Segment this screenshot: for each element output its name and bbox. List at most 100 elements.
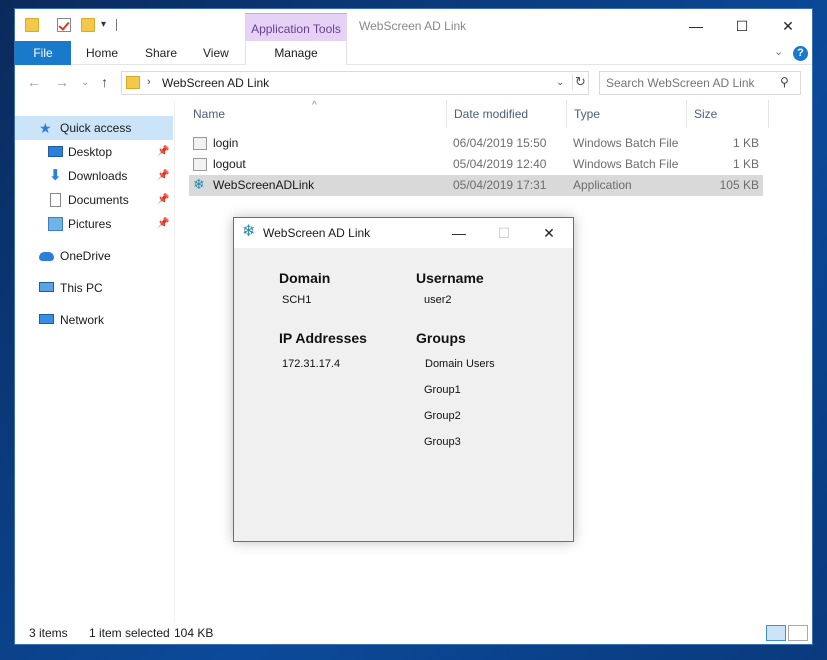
nav-item-network[interactable]: Network	[15, 308, 173, 332]
tab-manage[interactable]: Manage	[245, 41, 347, 65]
nav-item-this-pc[interactable]: This PC	[15, 276, 173, 300]
file-type: Application	[573, 178, 632, 192]
tab-file[interactable]: File	[15, 41, 71, 65]
address-bar[interactable]: › WebScreen AD Link ⌄ ↻	[121, 71, 589, 95]
help-icon[interactable]: ?	[793, 46, 808, 61]
dialog-maximize-button: ☐	[497, 225, 511, 241]
cloud-icon	[39, 252, 54, 261]
ip-address-value: 172.31.17.4	[282, 358, 341, 370]
recent-locations-chevron-icon[interactable]: ⌄	[81, 77, 89, 88]
file-size: 1 KB	[732, 157, 759, 171]
column-header-name[interactable]: Name ^	[175, 100, 447, 128]
document-icon	[50, 193, 61, 207]
new-folder-icon[interactable]	[81, 18, 95, 32]
window-title: WebScreen AD Link	[359, 19, 467, 33]
file-size: 1 KB	[732, 136, 759, 150]
dialog-title: WebScreen AD Link	[263, 226, 371, 240]
close-button[interactable]: ✕	[765, 13, 811, 39]
nav-item-onedrive[interactable]: OneDrive	[15, 244, 173, 268]
column-header-label: Name	[193, 107, 226, 121]
file-type: Windows Batch File	[573, 136, 679, 150]
nav-item-pictures[interactable]: Pictures 📌	[15, 212, 173, 236]
search-box[interactable]: ⚲	[599, 71, 801, 95]
search-input[interactable]	[606, 75, 776, 91]
address-dropdown-icon[interactable]: ⌄	[556, 77, 564, 88]
pin-icon: 📌	[157, 146, 170, 157]
nav-item-label: Documents	[68, 193, 129, 207]
nav-item-label: Downloads	[68, 169, 128, 183]
context-tab-application-tools[interactable]: Application Tools	[245, 13, 347, 41]
file-row[interactable]: login 06/04/2019 15:50 Windows Batch Fil…	[189, 133, 763, 154]
webscreen-ad-link-dialog: ❄ WebScreen AD Link — ☐ ✕ Domain SCH1 Us…	[233, 217, 574, 542]
folder-icon	[25, 18, 39, 32]
nav-item-desktop[interactable]: Desktop 📌	[15, 140, 173, 164]
breadcrumb-chevron-icon[interactable]: ›	[147, 76, 151, 88]
file-row-selected[interactable]: ❄ WebScreenADLink 05/04/2019 17:31 Appli…	[189, 175, 763, 196]
nav-item-label: This PC	[60, 281, 103, 295]
details-view-icon[interactable]	[766, 625, 786, 641]
up-arrow-icon[interactable]: ↑	[101, 74, 108, 90]
back-arrow-icon[interactable]: ←	[27, 74, 41, 90]
navigation-bar: ← → ⌄ ↑ › WebScreen AD Link ⌄ ↻ ⚲	[15, 66, 812, 100]
file-date: 05/04/2019 12:40	[453, 157, 547, 171]
folder-icon	[126, 76, 140, 89]
file-row[interactable]: logout 05/04/2019 12:40 Windows Batch Fi…	[189, 154, 763, 175]
forward-arrow-icon[interactable]: →	[55, 74, 69, 90]
groups-label: Groups	[416, 330, 466, 346]
star-icon: ★	[39, 120, 52, 136]
tab-home[interactable]: Home	[86, 41, 118, 65]
tab-share[interactable]: Share	[145, 41, 177, 65]
nav-item-documents[interactable]: Documents 📌	[15, 188, 173, 212]
application-snowflake-icon: ❄	[193, 176, 205, 192]
file-size: 105 KB	[719, 178, 759, 192]
nav-item-label: Quick access	[60, 121, 132, 135]
expand-ribbon-chevron-icon[interactable]: ⌄	[774, 45, 783, 58]
username-value: user2	[424, 294, 452, 306]
maximize-button[interactable]: ☐	[719, 13, 765, 39]
network-icon	[39, 314, 54, 324]
nav-item-label: OneDrive	[60, 249, 111, 263]
minimize-button[interactable]: —	[673, 13, 719, 39]
ip-addresses-label: IP Addresses	[279, 330, 367, 346]
column-header-type[interactable]: Type	[567, 100, 687, 128]
tab-view[interactable]: View	[203, 41, 229, 65]
properties-icon[interactable]	[57, 18, 71, 32]
item-count: 3 items	[29, 626, 68, 640]
navigation-pane: ★ Quick access Desktop 📌 ⬇ Downloads 📌 D…	[15, 100, 175, 622]
title-bar: ▾ Application Tools WebScreen AD Link — …	[15, 9, 812, 41]
download-icon: ⬇	[49, 167, 62, 184]
ribbon-tabs: File Home Share View Manage ⌄ ?	[15, 41, 812, 65]
file-name: logout	[213, 157, 246, 171]
file-name: WebScreenADLink	[213, 178, 315, 192]
selection-count: 1 item selected	[89, 626, 170, 640]
group-item: Group2	[424, 410, 461, 422]
nav-item-label: Network	[60, 313, 105, 327]
nav-item-label: Desktop	[68, 145, 113, 159]
nav-item-quick-access[interactable]: ★ Quick access	[15, 116, 173, 140]
search-icon[interactable]: ⚲	[780, 75, 789, 89]
batch-file-icon	[193, 137, 207, 150]
status-bar: 3 items 1 item selected 104 KB	[15, 622, 812, 644]
snowflake-app-icon: ❄	[242, 223, 256, 240]
file-type: Windows Batch File	[573, 157, 679, 171]
quick-access-toolbar-dropdown-icon[interactable]: ▾	[101, 19, 106, 30]
pin-icon: 📌	[157, 170, 170, 181]
pin-icon: 📌	[157, 194, 170, 205]
dialog-minimize-button[interactable]: —	[444, 222, 474, 244]
dialog-title-bar: ❄ WebScreen AD Link — ☐ ✕	[234, 218, 573, 248]
column-header-date[interactable]: Date modified	[447, 100, 567, 128]
large-icons-view-icon[interactable]	[788, 625, 808, 641]
refresh-icon[interactable]: ↻	[572, 74, 586, 90]
desktop-icon	[48, 146, 63, 157]
sort-ascending-icon: ^	[312, 100, 317, 111]
nav-item-downloads[interactable]: ⬇ Downloads 📌	[15, 164, 173, 188]
domain-label: Domain	[279, 270, 331, 286]
breadcrumb-path[interactable]: WebScreen AD Link	[162, 76, 269, 90]
pictures-icon	[48, 217, 63, 231]
file-date: 06/04/2019 15:50	[453, 136, 547, 150]
column-header-size[interactable]: Size	[687, 100, 769, 128]
username-label: Username	[416, 270, 484, 286]
group-item: Group3	[424, 436, 461, 448]
dialog-close-button[interactable]: ✕	[534, 222, 564, 244]
nav-item-label: Pictures	[68, 217, 112, 231]
